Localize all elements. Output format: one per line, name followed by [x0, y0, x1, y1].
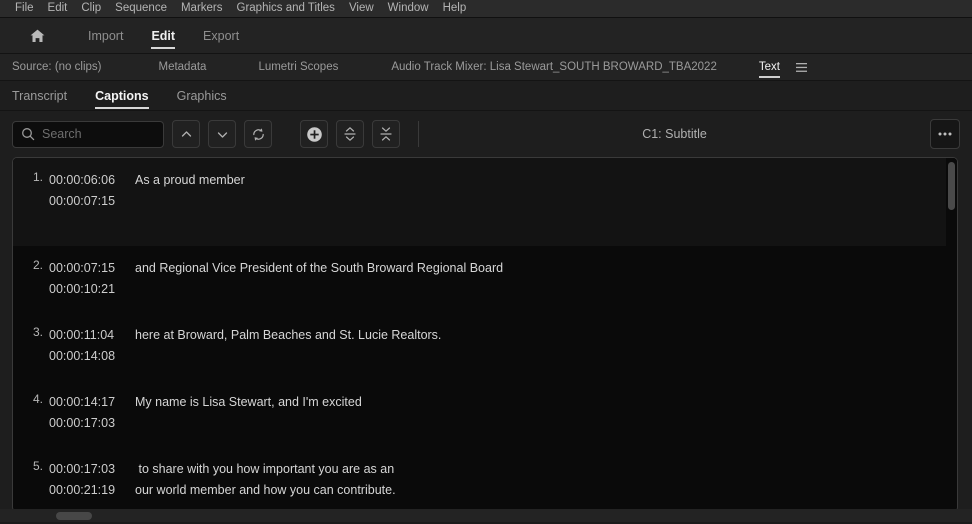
table-row[interactable]: 2. 00:00:07:15 00:00:10:21 and Regional …: [13, 246, 957, 313]
sub-tab-graphics-label: Graphics: [176, 88, 227, 103]
caption-text[interactable]: My name is Lisa Stewart, and I'm excited: [135, 392, 947, 447]
table-row[interactable]: 5. 00:00:17:03 00:00:21:19 to share with…: [13, 447, 957, 511]
captions-vertical-scrollbar[interactable]: [946, 158, 957, 511]
menu-bar: File Edit Clip Sequence Markers Graphics…: [0, 0, 972, 18]
more-options-icon: [936, 131, 954, 137]
hamburger-menu-icon: [795, 62, 808, 73]
panel-tab-audio-track-mixer[interactable]: Audio Track Mixer: Lisa Stewart_SOUTH BR…: [391, 54, 717, 81]
search-box[interactable]: [12, 120, 203, 148]
sub-tab-captions-label: Captions: [95, 88, 149, 103]
panel-tab-text-label: Text: [758, 61, 780, 73]
caption-text[interactable]: and Regional Vice President of the South…: [135, 258, 947, 313]
workspace-tab-import-label: Import: [88, 28, 124, 43]
captions-horizontal-scrollbar[interactable]: [0, 509, 972, 522]
more-options-button[interactable]: [930, 119, 960, 149]
chevron-down-icon: [216, 128, 229, 141]
caption-index: 5.: [32, 459, 43, 473]
captions-list-container: 1. 00:00:06:06 00:00:07:15 As a proud me…: [12, 157, 958, 512]
table-row[interactable]: 1. 00:00:06:06 00:00:07:15 As a proud me…: [13, 158, 957, 246]
split-icon: [342, 126, 358, 142]
captions-toolbar: C1: Subtitle: [0, 111, 972, 157]
menu-item-graphics-and-titles[interactable]: Graphics and Titles: [230, 0, 342, 17]
caption-start-time[interactable]: 00:00:07:15: [49, 258, 135, 279]
captions-vertical-scrollbar-thumb[interactable]: [948, 162, 955, 210]
panel-tab-source-label: Source: (no clips): [12, 61, 102, 73]
caption-index: 2.: [32, 258, 43, 272]
search-previous-button[interactable]: [172, 120, 200, 148]
workspace-bar: Import Edit Export: [0, 18, 972, 54]
menu-item-file[interactable]: File: [8, 0, 41, 17]
caption-start-time[interactable]: 00:00:06:06: [49, 170, 135, 191]
panel-tab-text[interactable]: Text: [758, 54, 781, 81]
caption-track-label: C1: Subtitle: [642, 127, 707, 141]
caption-text[interactable]: As a proud member: [135, 170, 947, 246]
caption-end-time[interactable]: 00:00:10:21: [49, 279, 135, 300]
caption-index: 4.: [32, 392, 43, 406]
menu-item-help[interactable]: Help: [436, 0, 474, 17]
caption-timecodes[interactable]: 00:00:17:03 00:00:21:19: [49, 459, 135, 511]
panel-tab-metadata[interactable]: Metadata: [158, 54, 206, 81]
caption-end-time[interactable]: 00:00:07:15: [49, 191, 135, 212]
text-panel-sub-tabs: Transcript Captions Graphics: [0, 81, 972, 111]
panel-tab-lumetri-scopes[interactable]: Lumetri Scopes: [258, 54, 338, 81]
caption-index: 3.: [32, 325, 43, 339]
menu-item-markers[interactable]: Markers: [174, 0, 230, 17]
workspace-tab-import[interactable]: Import: [74, 18, 137, 54]
caption-text[interactable]: to share with you how important you are …: [135, 459, 947, 511]
menu-item-clip[interactable]: Clip: [74, 0, 108, 17]
workspace-tab-export[interactable]: Export: [189, 18, 253, 54]
panel-tab-metadata-label: Metadata: [158, 61, 207, 73]
menu-item-window[interactable]: Window: [381, 0, 436, 17]
captions-panel: C1: Subtitle 1. 00:00:06:06 00:00:07:15 …: [0, 111, 972, 522]
caption-end-time[interactable]: 00:00:21:19: [49, 480, 135, 501]
caption-end-time[interactable]: 00:00:14:08: [49, 346, 135, 367]
table-row[interactable]: 4. 00:00:14:17 00:00:17:03 My name is Li…: [13, 380, 957, 447]
panel-tab-source[interactable]: Source: (no clips): [12, 54, 101, 81]
merge-icon: [378, 126, 394, 142]
workspace-tab-edit[interactable]: Edit: [137, 18, 189, 54]
split-caption-button[interactable]: [336, 120, 364, 148]
panel-tab-audio-track-mixer-label: Audio Track Mixer: Lisa Stewart_SOUTH BR…: [391, 61, 717, 73]
search-icon: [21, 127, 35, 141]
panel-menu-button[interactable]: [794, 59, 810, 75]
refresh-icon: [251, 127, 266, 142]
caption-text[interactable]: here at Broward, Palm Beaches and St. Lu…: [135, 325, 947, 380]
menu-item-view[interactable]: View: [342, 0, 381, 17]
merge-caption-button[interactable]: [372, 120, 400, 148]
search-next-button[interactable]: [208, 120, 236, 148]
caption-start-time[interactable]: 00:00:14:17: [49, 392, 135, 413]
menu-item-edit[interactable]: Edit: [41, 0, 75, 17]
chevron-up-icon: [180, 128, 193, 141]
sub-tab-graphics[interactable]: Graphics: [177, 81, 227, 111]
captions-list[interactable]: 1. 00:00:06:06 00:00:07:15 As a proud me…: [13, 158, 957, 511]
caption-end-time[interactable]: 00:00:17:03: [49, 413, 135, 434]
menu-item-sequence[interactable]: Sequence: [108, 0, 174, 17]
home-icon: [29, 28, 46, 44]
sub-tab-transcript-label: Transcript: [12, 88, 68, 103]
workspace-tab-edit-label: Edit: [151, 28, 176, 43]
add-caption-button[interactable]: [300, 120, 328, 148]
caption-timecodes[interactable]: 00:00:11:04 00:00:14:08: [49, 325, 135, 380]
sub-tab-transcript[interactable]: Transcript: [12, 81, 67, 111]
home-button[interactable]: [22, 23, 52, 49]
caption-index: 1.: [32, 170, 43, 184]
caption-start-time[interactable]: 00:00:17:03: [49, 459, 135, 480]
caption-timecodes[interactable]: 00:00:06:06 00:00:07:15: [49, 170, 135, 246]
panel-tab-strip: Source: (no clips) Metadata Lumetri Scop…: [0, 54, 972, 81]
caption-timecodes[interactable]: 00:00:07:15 00:00:10:21: [49, 258, 135, 313]
caption-timecodes[interactable]: 00:00:14:17 00:00:17:03: [49, 392, 135, 447]
plus-circle-icon: [306, 126, 323, 143]
captions-horizontal-scrollbar-thumb[interactable]: [56, 512, 92, 520]
caption-start-time[interactable]: 00:00:11:04: [49, 325, 135, 346]
sub-tab-captions[interactable]: Captions: [95, 81, 150, 111]
refresh-captions-button[interactable]: [244, 120, 272, 148]
table-row[interactable]: 3. 00:00:11:04 00:00:14:08 here at Browa…: [13, 313, 957, 380]
panel-tab-lumetri-scopes-label: Lumetri Scopes: [258, 61, 339, 73]
workspace-tab-export-label: Export: [203, 28, 240, 43]
